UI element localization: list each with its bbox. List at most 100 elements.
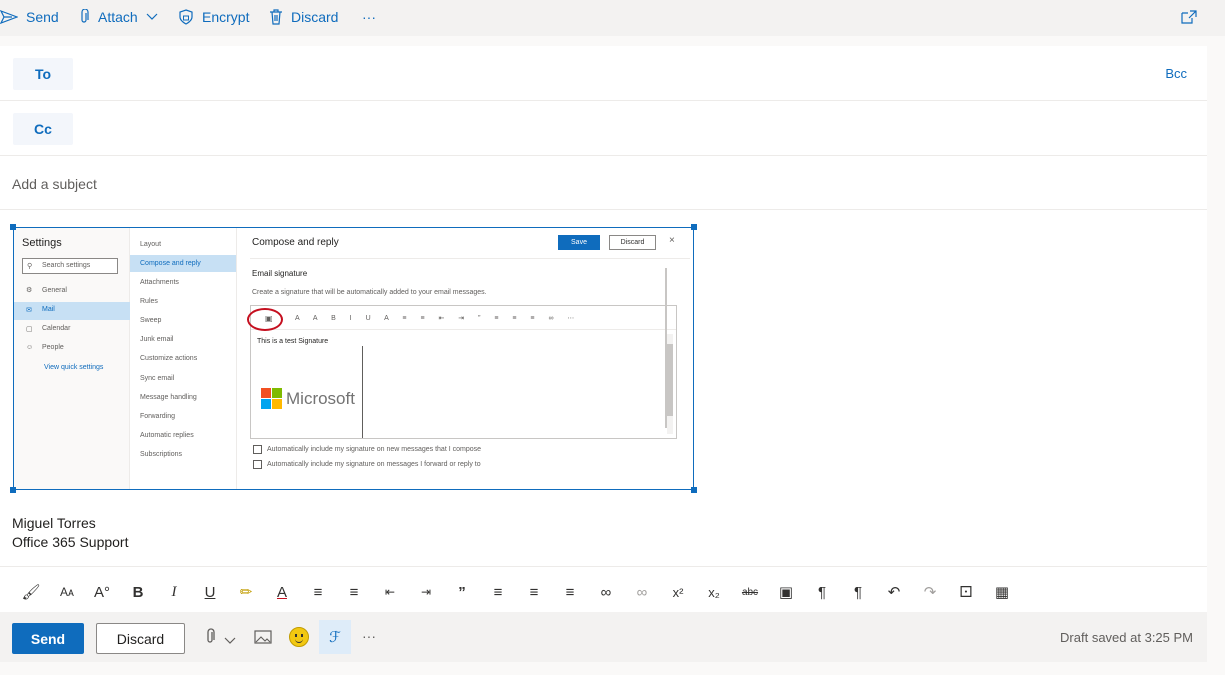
paperclip-icon [81,9,89,23]
compose-reply-panel: Compose and reply Save Discard × Email s… [237,228,693,489]
shield-lock-icon [179,9,193,25]
pop-out-icon [1181,10,1197,24]
link-icon[interactable]: ∞ [595,581,617,603]
to-button[interactable]: To [13,58,73,90]
rtl-icon[interactable]: ¶ [847,581,869,603]
people-icon: ☺ [26,344,34,351]
numbering-icon[interactable]: ≡ [343,581,365,603]
highlight-icon[interactable]: ✏ [235,581,257,603]
divider [250,258,690,259]
chevron-down-icon [146,13,158,20]
resize-handle[interactable] [691,487,697,493]
checkbox-forward-reply [253,460,262,469]
align-right-icon[interactable]: ≡ [559,581,581,603]
category-item: Attachments [140,279,179,286]
trash-icon [270,9,282,25]
panel-title: Compose and reply [252,237,339,248]
send-button[interactable]: Send [12,623,84,654]
ltr-icon[interactable]: ¶ [811,581,833,603]
microsoft-logo-text: Microsoft [286,389,355,408]
more-icon: ··· [362,9,376,25]
editor-icon[interactable]: ℱ [319,620,351,654]
font-icon[interactable]: Aᴀ [56,581,78,603]
insert-picture-icon[interactable] [254,629,272,650]
subject-input[interactable]: Add a subject [12,176,97,192]
quote-icon[interactable]: ” [451,581,473,603]
bullets-icon[interactable]: ≡ [307,581,329,603]
font-size-icon[interactable]: A° [91,581,113,603]
send-command[interactable]: Send [0,6,59,28]
clear-formatting-icon[interactable]: ⚀ [955,581,977,603]
table-icon[interactable]: ▦ [991,581,1013,603]
compose-body: To Bcc Cc Add a subject Settings ⚲ Searc… [0,46,1207,612]
bold-icon[interactable]: B [127,581,149,603]
category-item: Sweep [140,317,162,324]
superscript-icon[interactable]: x² [667,581,689,603]
signature-block[interactable]: Miguel Torres Office 365 Support [12,514,128,552]
settings-nav-calendar: Calendar [42,325,71,332]
compose-footer: Send Discard ℱ ··· Draft saved at 3:25 P… [0,612,1207,662]
align-left-icon[interactable]: ≡ [487,581,509,603]
send-command-label: Send [26,9,59,25]
font-color-icon[interactable]: A [271,581,293,603]
category-item: Customize actions [140,355,198,362]
more-options-button[interactable]: ··· [362,6,376,28]
discard-command-label: Discard [291,9,339,25]
resize-handle[interactable] [691,224,697,230]
unlink-icon[interactable]: ∞ [631,581,653,603]
more-options-icon[interactable]: ··· [362,628,376,644]
subject-row[interactable]: Add a subject [0,156,1207,210]
category-item: Forwarding [140,413,176,420]
resize-handle[interactable] [10,487,16,493]
calendar-icon: ▢ [26,326,33,333]
insert-image-icon[interactable]: ▣ [775,581,797,603]
emoji-icon[interactable] [289,627,309,647]
editor-toolbar: ▣ A A B I U A ≡ ≡ ⇤ ⇥ ” ≡ ≡ ≡ ∞ ⋯ [251,306,676,330]
italic-icon[interactable]: I [163,581,185,603]
format-painter-icon[interactable]: 🖌 [20,581,42,603]
category-item: Subscriptions [140,451,183,458]
encrypt-command[interactable]: Encrypt [178,6,249,28]
increase-indent-icon[interactable]: ⇥ [415,581,437,603]
close-icon: × [669,235,675,246]
draft-status: Draft saved at 3:25 PM [1060,630,1193,645]
microsoft-logo-icon [261,388,283,410]
discard-command[interactable]: Discard [269,6,338,28]
settings-nav-general: General [42,287,67,294]
settings-nav-people: People [42,344,64,351]
panel-scrollbar [665,268,667,428]
encrypt-command-label: Encrypt [202,9,250,25]
cc-row: Cc [0,101,1207,156]
mail-settings-categories: Layout Compose and reply Attachments Rul… [130,228,237,489]
underline-icon[interactable]: U [199,581,221,603]
attach-command[interactable]: Attach [78,6,158,28]
cc-button[interactable]: Cc [13,113,73,145]
category-item: Layout [140,241,162,248]
decrease-indent-icon[interactable]: ⇤ [379,581,401,603]
gear-icon: ⚙ [26,287,33,294]
attach-icon[interactable] [204,628,216,651]
editor-scrollbar [667,334,673,434]
signature-name: Miguel Torres [12,515,96,531]
align-center-icon[interactable]: ≡ [523,581,545,603]
strikethrough-icon[interactable]: abc [739,581,761,603]
signature-editor: ▣ A A B I U A ≡ ≡ ⇤ ⇥ ” ≡ ≡ ≡ ∞ ⋯ This i… [250,305,677,439]
scrollbar-track[interactable] [1207,36,1225,675]
resize-handle[interactable] [10,224,16,230]
pop-out-button[interactable] [1181,6,1205,28]
discard-button[interactable]: Discard [96,623,185,654]
chevron-down-icon[interactable] [224,632,236,650]
search-icon: ⚲ [27,263,33,270]
settings-search-placeholder: Search settings [42,262,91,269]
panel-discard-button: Discard [609,235,656,250]
embedded-screenshot-image[interactable]: Settings ⚲ Search settings ⚙ General ✉ M… [13,227,694,490]
category-item: Sync email [140,375,175,382]
category-item: Automatic replies [140,432,194,439]
subscript-icon[interactable]: x₂ [703,581,725,603]
bcc-button[interactable]: Bcc [1165,66,1187,81]
image-border-line [362,346,363,438]
checkbox-new-messages-label: Automatically include my signature on ne… [267,446,481,453]
undo-icon[interactable]: ↶ [883,581,905,603]
email-signature-description: Create a signature that will be automati… [252,289,487,296]
redo-icon[interactable]: ↷ [919,581,941,603]
